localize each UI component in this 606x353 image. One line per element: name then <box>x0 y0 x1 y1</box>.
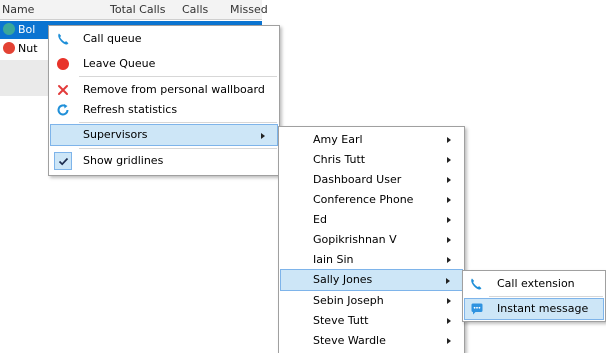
supervisor-label: Conference Phone <box>313 193 414 206</box>
phone-icon <box>471 278 482 290</box>
menu-item-label: Refresh statistics <box>83 103 178 116</box>
supervisor-item-steve-wardle[interactable]: Steve Wardle <box>280 330 463 352</box>
submenu-arrow-icon <box>447 338 451 344</box>
submenu-arrow-icon <box>447 137 451 143</box>
supervisor-label: Sally Jones <box>313 273 373 286</box>
menu-item-label: Leave Queue <box>83 57 156 70</box>
phone-icon <box>58 33 69 45</box>
menu-item-call-queue[interactable]: Call queue <box>50 28 278 50</box>
red-circle-icon <box>57 58 69 70</box>
status-dot-icon <box>3 42 15 54</box>
submenu-arrow-icon <box>447 237 451 243</box>
supervisor-item-amy-earl[interactable]: Amy Earl <box>280 129 463 151</box>
supervisor-label: Gopikrishnan V <box>313 233 397 246</box>
supervisor-item-sally-jones[interactable]: Sally Jones <box>280 269 463 291</box>
menu-separator <box>79 148 277 149</box>
submenu-arrow-icon <box>447 298 451 304</box>
supervisor-label: Amy Earl <box>313 133 363 146</box>
context-menu: Call queue Leave Queue Remove from perso… <box>48 25 280 176</box>
submenu-arrow-icon <box>447 197 451 203</box>
supervisor-label: Iain Sin <box>313 253 354 266</box>
supervisor-label: Dashboard User <box>313 173 402 186</box>
refresh-icon <box>57 104 69 116</box>
supervisor-item-ed[interactable]: Ed <box>280 209 463 231</box>
menu-item-label: Supervisors <box>83 128 148 141</box>
row-name: Bol <box>18 23 36 36</box>
supervisor-label: Steve Wardle <box>313 334 386 347</box>
chat-bubble-icon <box>471 303 483 315</box>
menu-item-supervisors[interactable]: Supervisors <box>50 124 278 146</box>
contact-submenu: Call extension Instant message <box>462 270 606 322</box>
column-header-missed[interactable]: Missed <box>230 3 268 16</box>
submenu-arrow-icon <box>261 133 265 139</box>
column-header-name[interactable]: Name <box>2 3 34 16</box>
menu-item-instant-message[interactable]: Instant message <box>464 298 604 320</box>
supervisor-item-dashboard-user[interactable]: Dashboard User <box>280 169 463 191</box>
menu-item-label: Call queue <box>83 32 142 45</box>
submenu-arrow-icon <box>446 278 450 284</box>
supervisor-item-iain-sin[interactable]: Iain Sin <box>280 249 463 271</box>
supervisor-label: Chris Tutt <box>313 153 366 166</box>
menu-item-remove-from-wallboard[interactable]: Remove from personal wallboard <box>50 79 278 101</box>
menu-item-leave-queue[interactable]: Leave Queue <box>50 53 278 75</box>
submenu-arrow-icon <box>447 217 451 223</box>
supervisor-item-conference-phone[interactable]: Conference Phone <box>280 189 463 211</box>
supervisor-label: Steve Tutt <box>313 314 369 327</box>
menu-item-refresh-statistics[interactable]: Refresh statistics <box>50 99 278 121</box>
supervisor-item-chris-tutt[interactable]: Chris Tutt <box>280 149 463 171</box>
submenu-arrow-icon <box>447 157 451 163</box>
row-name: Nut <box>18 42 38 55</box>
menu-item-label: Call extension <box>497 277 575 290</box>
menu-separator <box>79 122 277 123</box>
supervisor-label: Ed <box>313 213 327 226</box>
submenu-arrow-icon <box>447 257 451 263</box>
supervisor-item-steve-tutt[interactable]: Steve Tutt <box>280 310 463 332</box>
column-header-total-calls[interactable]: Total Calls <box>110 3 165 16</box>
supervisor-label: Sebin Joseph <box>313 294 384 307</box>
menu-item-label: Instant message <box>497 302 589 315</box>
menu-item-label: Remove from personal wallboard <box>83 83 265 96</box>
grid-header: Name Total Calls Calls Missed <box>0 0 268 20</box>
red-x-icon <box>58 85 68 95</box>
column-header-calls[interactable]: Calls <box>182 3 208 16</box>
menu-separator <box>489 296 603 297</box>
submenu-arrow-icon <box>447 177 451 183</box>
menu-separator <box>79 76 277 77</box>
checked-indicator <box>54 152 72 170</box>
supervisors-submenu: Amy Earl Chris Tutt Dashboard User Confe… <box>278 126 465 353</box>
menu-item-call-extension[interactable]: Call extension <box>464 273 604 295</box>
supervisor-item-sebin-joseph[interactable]: Sebin Joseph <box>280 290 463 312</box>
submenu-arrow-icon <box>447 318 451 324</box>
supervisor-item-gopikrishnan-v[interactable]: Gopikrishnan V <box>280 229 463 251</box>
menu-item-show-gridlines[interactable]: Show gridlines <box>50 150 278 172</box>
checkmark-icon <box>58 157 69 166</box>
status-dot-icon <box>3 23 15 35</box>
menu-item-label: Show gridlines <box>83 154 164 167</box>
